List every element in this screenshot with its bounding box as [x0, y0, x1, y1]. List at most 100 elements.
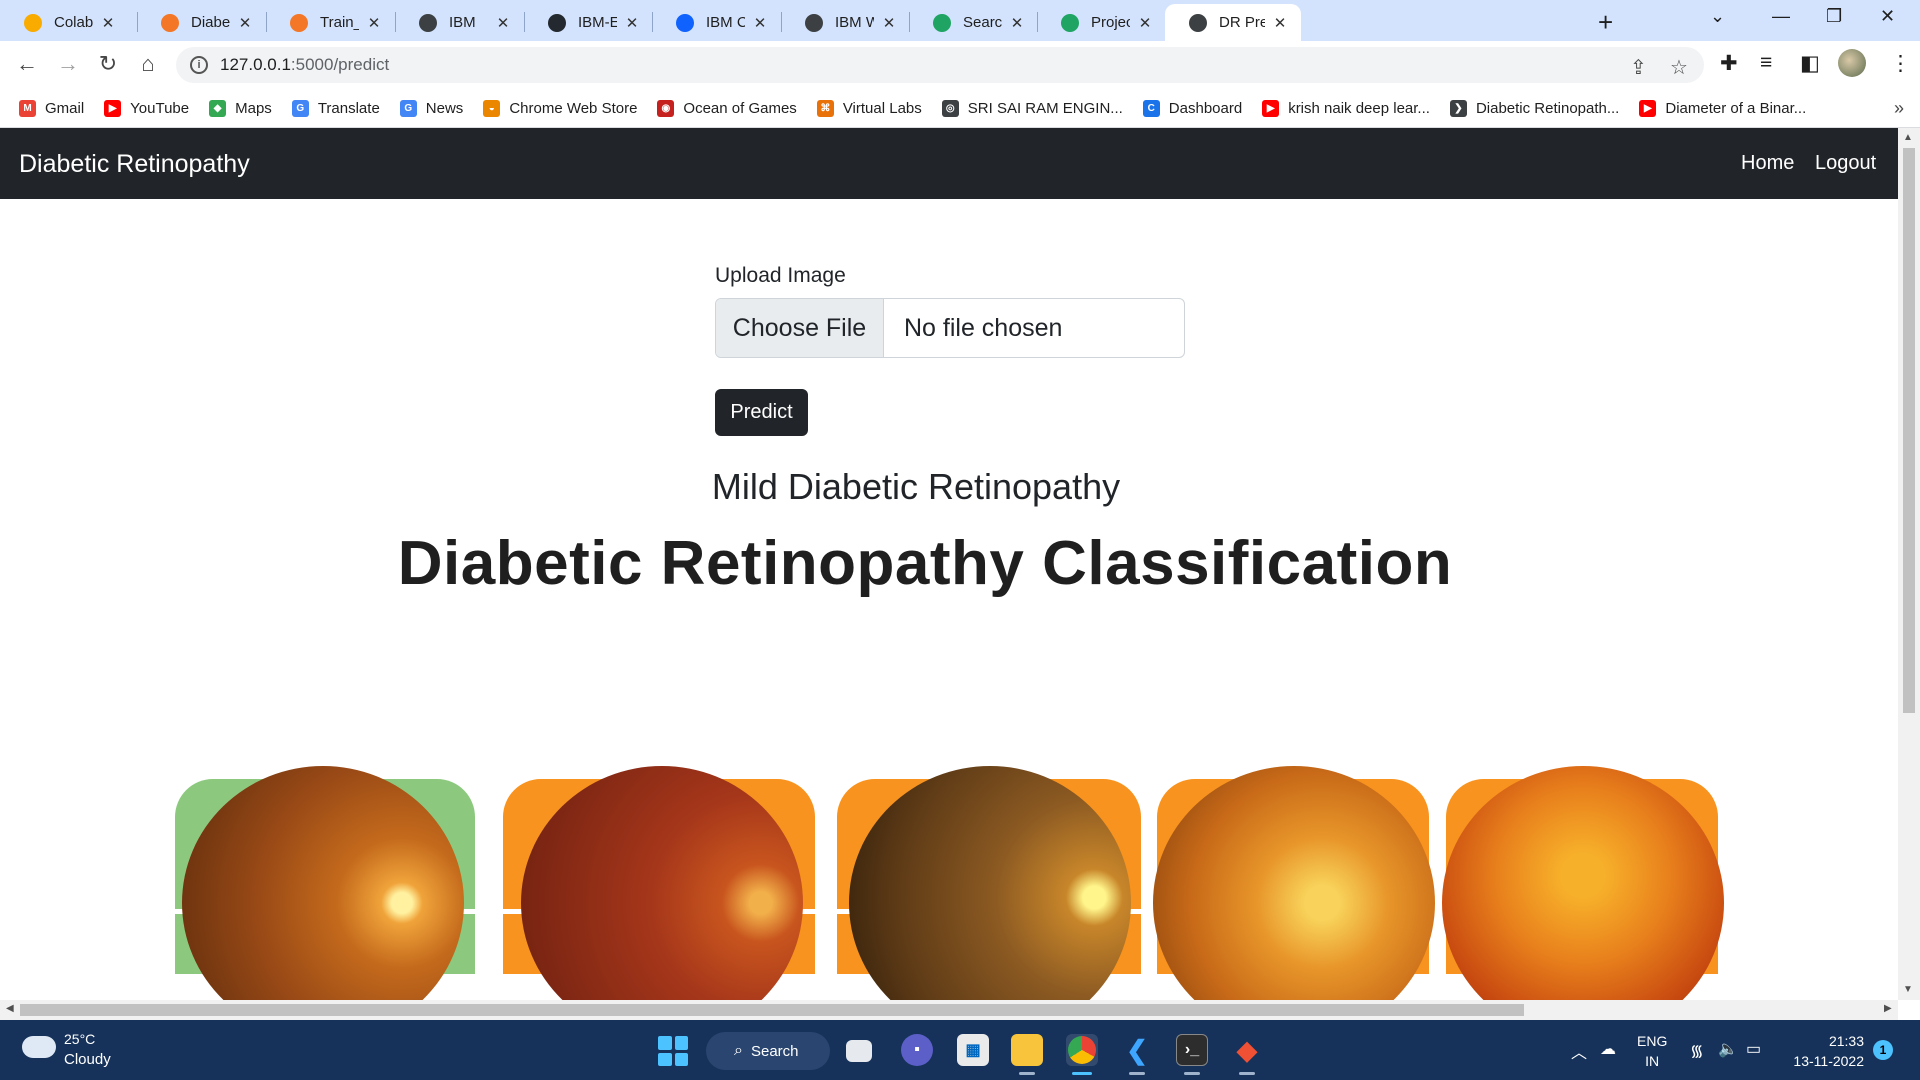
close-window-icon[interactable]: ✕	[1880, 6, 1895, 27]
tab-close-icon[interactable]: ✕	[1008, 14, 1026, 32]
bookmark-item[interactable]: C Dashboard	[1142, 99, 1242, 117]
battery-icon[interactable]: ▭	[1746, 1039, 1761, 1059]
scroll-right-icon[interactable]: ▶	[1884, 1003, 1892, 1014]
teams-chat-icon[interactable]: ▪	[901, 1034, 933, 1066]
choose-file-button[interactable]: Choose File	[716, 299, 884, 357]
back-icon[interactable]: ←	[13, 51, 41, 77]
bookmark-item[interactable]: ◉ Ocean of Games	[657, 99, 797, 117]
tab-title: IBM	[449, 14, 476, 31]
browser-tab[interactable]: Colab Note ✕	[0, 4, 129, 41]
file-explorer-icon[interactable]	[1011, 1034, 1043, 1066]
media-icon[interactable]: ≡	[1760, 51, 1772, 75]
bookmark-item[interactable]: ◆ Maps	[209, 99, 272, 117]
bookmark-label: Diameter of a Binar...	[1665, 99, 1807, 117]
vertical-scroll-thumb[interactable]	[1903, 148, 1915, 713]
vertical-scrollbar[interactable]: ▲ ▼	[1898, 128, 1920, 1000]
translate-icon: G	[291, 99, 309, 117]
nav-logout-link[interactable]: Logout	[1815, 152, 1876, 175]
profile-avatar[interactable]	[1838, 49, 1866, 77]
browser-tab[interactable]: IBM-EPBL/II ✕	[524, 4, 653, 41]
drive-icon	[1061, 13, 1079, 32]
bookmark-item[interactable]: ◎ SRI SAI RAM ENGIN...	[941, 99, 1123, 117]
weather-description[interactable]: Cloudy	[64, 1051, 111, 1068]
bookmark-item[interactable]: ❯ Diabetic Retinopath...	[1449, 99, 1619, 117]
browser-tab[interactable]: Diabetic_Re ✕	[137, 4, 266, 41]
bookmark-label: Virtual Labs	[842, 99, 922, 117]
windows-start-icon[interactable]	[658, 1036, 688, 1066]
menu-kebab-icon[interactable]: ⋮	[1890, 51, 1911, 76]
volume-icon[interactable]: 🔈	[1718, 1039, 1738, 1059]
windows-taskbar: 25°C Cloudy ⌕ Search ▪ ▦ ❮ ›_ ◆ ︿ ☁ ENG I…	[0, 1020, 1920, 1080]
tab-close-icon[interactable]: ✕	[99, 14, 117, 32]
more-bookmarks-icon[interactable]: »	[1894, 98, 1904, 119]
site-info-icon[interactable]: i	[190, 56, 208, 74]
bookmark-item[interactable]: ◒ Chrome Web Store	[483, 99, 637, 117]
browser-tab[interactable]: Project Tem ✕	[1037, 4, 1166, 41]
nav-home-link[interactable]: Home	[1741, 152, 1794, 175]
tab-close-icon[interactable]: ✕	[1136, 14, 1154, 32]
tab-close-icon[interactable]: ✕	[365, 14, 383, 32]
vscode-icon[interactable]: ❮	[1121, 1034, 1153, 1066]
bookmark-item[interactable]: ▶ Diameter of a Binar...	[1639, 99, 1807, 117]
scroll-down-icon[interactable]: ▼	[1903, 984, 1913, 995]
bookmark-item[interactable]: G News	[399, 99, 463, 117]
tab-close-icon[interactable]: ✕	[236, 14, 254, 32]
address-bar[interactable]: i 127.0.0.1:5000/predict ⇪ ☆	[176, 47, 1704, 83]
browser-tab[interactable]: Search resu ✕	[909, 4, 1038, 41]
restore-icon[interactable]: ❐	[1826, 6, 1842, 27]
tab-close-icon[interactable]: ✕	[623, 14, 641, 32]
taskbar-clock[interactable]: 21:33 13-11-2022	[1788, 1031, 1864, 1071]
bookmark-item[interactable]: ▶ krish naik deep lear...	[1262, 99, 1430, 117]
wifi-icon[interactable]: ᯾	[1690, 1039, 1704, 1061]
site-brand[interactable]: Diabetic Retinopathy	[19, 150, 250, 179]
horizontal-scrollbar[interactable]: ◀ ▶	[0, 1000, 1898, 1020]
cloud-icon[interactable]	[22, 1036, 56, 1058]
git-icon[interactable]: ◆	[1231, 1034, 1263, 1066]
tab-search-icon[interactable]: ⌄	[1710, 6, 1725, 27]
tab-close-icon[interactable]: ✕	[1271, 14, 1289, 32]
terminal-icon[interactable]: ›_	[1176, 1034, 1208, 1066]
show-hidden-icons-chevron-icon[interactable]: ︿	[1571, 1039, 1587, 1063]
reload-icon[interactable]: ↻	[94, 51, 122, 77]
new-tab-button[interactable]: +	[1598, 7, 1613, 38]
language-indicator[interactable]: ENG IN	[1637, 1031, 1667, 1071]
tab-close-icon[interactable]: ✕	[880, 14, 898, 32]
bookmark-item[interactable]: ⌘ Virtual Labs	[816, 99, 922, 117]
notification-badge[interactable]: 1	[1873, 1040, 1893, 1060]
bookmark-item[interactable]: ▶ YouTube	[104, 99, 189, 117]
bookmarks-bar: M Gmail ▶ YouTube ◆ Maps G Translate G News ◒ Chrom…	[0, 89, 1920, 128]
task-view-icon[interactable]	[846, 1040, 872, 1062]
browser-tab[interactable]: DR Predicti ✕	[1165, 4, 1301, 41]
taskbar-search[interactable]: ⌕ Search	[706, 1032, 830, 1070]
extensions-icon[interactable]: ✚	[1720, 51, 1738, 76]
browser-tab[interactable]: IBM Cloud ✕	[652, 4, 781, 41]
youtube-icon: ▶	[1639, 99, 1657, 117]
bookmark-item[interactable]: M Gmail	[19, 99, 84, 117]
side-panel-icon[interactable]: ◧	[1800, 51, 1820, 76]
cloud-icon	[676, 13, 694, 32]
share-icon[interactable]: ⇪	[1630, 55, 1647, 80]
scroll-left-icon[interactable]: ◀	[6, 1003, 14, 1014]
classification-title: Diabetic Retinopathy Classification	[397, 529, 1453, 598]
bookmark-item[interactable]: G Translate	[291, 99, 380, 117]
home-icon[interactable]: ⌂	[134, 51, 162, 77]
predict-button[interactable]: Predict	[715, 389, 808, 436]
minimize-icon[interactable]: —	[1772, 6, 1790, 27]
store-icon[interactable]: ▦	[957, 1034, 989, 1066]
bookmark-star-icon[interactable]: ☆	[1670, 55, 1688, 80]
tab-close-icon[interactable]: ✕	[751, 14, 769, 32]
onedrive-cloud-icon[interactable]: ☁	[1600, 1039, 1616, 1059]
url-path: :5000/predict	[290, 55, 390, 74]
browser-tab[interactable]: IBM Watsor ✕	[781, 4, 910, 41]
forward-icon[interactable]: →	[54, 51, 82, 77]
horizontal-scroll-thumb[interactable]	[20, 1004, 1524, 1016]
browser-tab[interactable]: Train_Mode ✕	[266, 4, 395, 41]
tab-strip: Colab Note✕Diabetic_Re✕Train_Mode✕IBM✕IB…	[0, 0, 1920, 41]
tab-close-icon[interactable]: ✕	[494, 14, 512, 32]
scroll-up-icon[interactable]: ▲	[1903, 132, 1913, 143]
browser-tab[interactable]: IBM ✕	[395, 4, 524, 41]
file-input[interactable]: Choose File No file chosen	[715, 298, 1185, 358]
weather-temperature[interactable]: 25°C	[64, 1031, 95, 1047]
site-navbar: Diabetic Retinopathy Home Logout	[0, 128, 1898, 199]
chrome-app-icon[interactable]	[1066, 1034, 1098, 1066]
